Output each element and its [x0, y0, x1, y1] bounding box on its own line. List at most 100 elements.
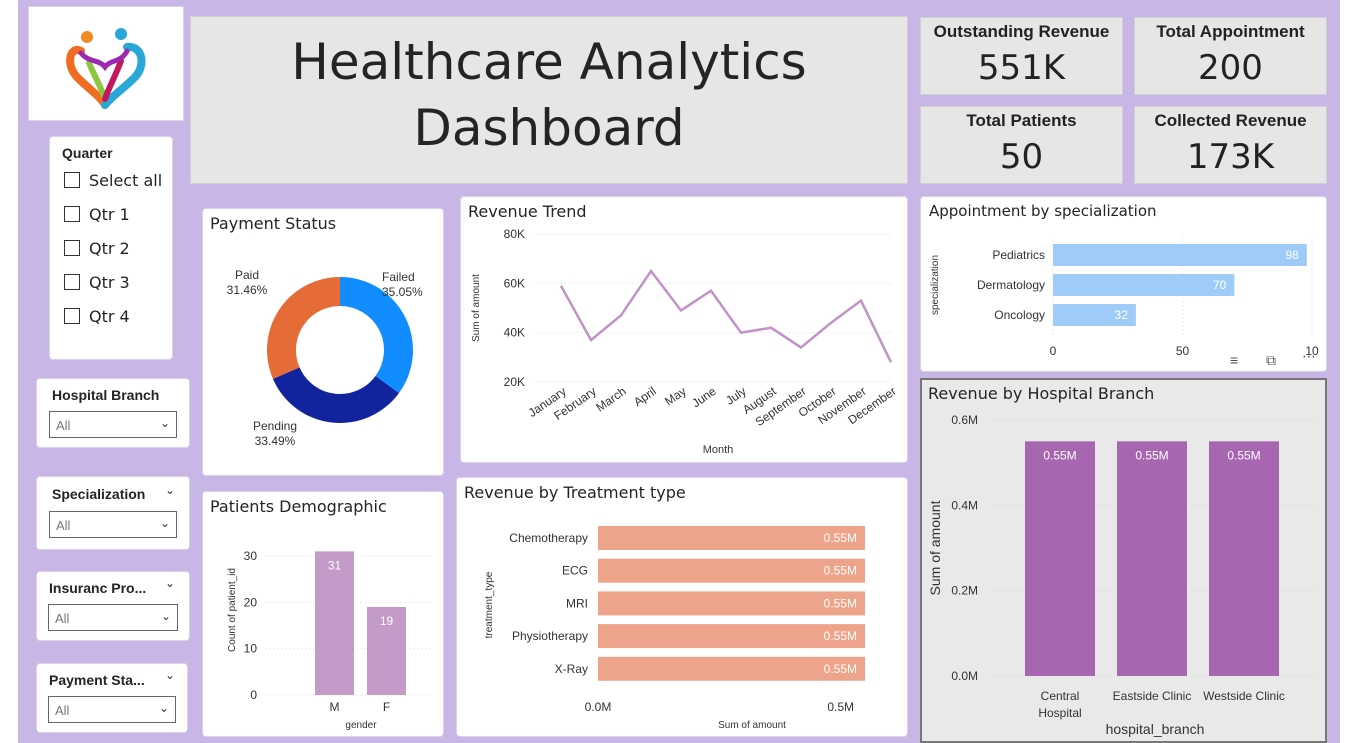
x-tick-label: June — [689, 384, 719, 411]
x-tick-label: Eastside Clinic — [1113, 689, 1192, 703]
option-label: Qtr 2 — [89, 239, 130, 258]
revenue-trend-visual[interactable]: Revenue Trend 20K 40K 60K 80K January Februar… — [460, 196, 908, 463]
checkbox[interactable] — [64, 206, 80, 222]
chevron-down-icon[interactable]: ⌄ — [165, 576, 175, 590]
chevron-down-icon[interactable]: ⌄ — [165, 668, 175, 682]
option-label: Qtr 4 — [89, 307, 130, 326]
y-tick-label: Physiotherapy — [512, 629, 588, 643]
revenue-branch-bar-chart: 0.0M 0.2M 0.4M 0.6M 0.55M Central Hospital 0.55… — [927, 413, 1317, 737]
revenue-treatment-visual[interactable]: Revenue by Treatment type 0.0M 0.5M 0.55M C… — [456, 477, 908, 737]
x-tick-label: Hospital — [1038, 706, 1081, 720]
checkbox[interactable] — [64, 308, 80, 324]
kpi-collected-revenue: Collected Revenue 173K — [1134, 106, 1327, 184]
y-tick-label: 0 — [250, 688, 257, 702]
kpi-value: 50 — [999, 137, 1044, 177]
appointment-specialization-visual[interactable]: Appointment by specialization 0 50 10 98 Ped… — [920, 196, 1327, 372]
y-tick-label: X-Ray — [555, 662, 588, 676]
x-tick-label: 0 — [1050, 344, 1057, 358]
kpi-label: Outstanding Revenue — [933, 22, 1110, 41]
y-tick-label: 40K — [504, 326, 525, 340]
data-label: 0.55M — [1227, 448, 1260, 462]
y-tick-label: Chemotherapy — [509, 531, 588, 545]
y-tick-label: 0.6M — [951, 413, 978, 427]
dropdown-value: All — [55, 611, 70, 626]
data-label: 70 — [1213, 278, 1227, 292]
donut-label-value: 31.46% — [227, 283, 268, 297]
y-tick-label: 0.0M — [951, 669, 978, 683]
payment-status-dropdown[interactable]: All ⌄ — [48, 696, 176, 723]
data-label: 98 — [1285, 248, 1299, 262]
bar-pediatrics — [1053, 244, 1307, 266]
data-label: 0.55M — [1043, 448, 1076, 462]
x-axis-title: Sum of amount — [718, 720, 786, 731]
dashboard-title-line1: Healthcare Analytics — [291, 33, 807, 91]
y-axis-title: Count of patient_id — [227, 568, 238, 652]
dropdown-value: All — [56, 418, 71, 433]
data-label: 0.55M — [824, 531, 857, 545]
bar-westside-clinic — [1209, 441, 1279, 676]
kpi-label: Total Appointment — [1156, 22, 1305, 41]
line-series-revenue — [559, 268, 893, 363]
y-tick-label: 0.4M — [951, 498, 978, 512]
donut-slice-paid — [267, 277, 340, 379]
payment-status-visual[interactable]: Payment Status Failed 35.05% Pending 33.49%… — [202, 208, 444, 476]
data-label: 32 — [1115, 308, 1129, 322]
option-label: Qtr 3 — [89, 273, 130, 292]
y-tick-label: 10 — [244, 642, 258, 656]
y-tick-label: ECG — [562, 564, 588, 578]
filter-icon[interactable]: ≡ — [1230, 352, 1238, 368]
checkbox[interactable] — [64, 240, 80, 256]
donut-label-name: Failed — [382, 270, 415, 284]
x-tick-label: April — [631, 384, 659, 409]
dropdown-value: All — [56, 518, 71, 533]
chevron-down-icon: ⌄ — [159, 516, 170, 530]
donut-label-value: 35.05% — [382, 285, 423, 299]
option-label: Qtr 1 — [89, 205, 130, 224]
dashboard-title-line2: Dashboard — [413, 99, 685, 157]
y-tick-label: MRI — [566, 596, 588, 610]
data-label: 31 — [328, 558, 342, 572]
payment-status-slicer: Payment Sta... ⌄ All ⌄ — [36, 663, 188, 733]
y-axis-title: treatment_type — [484, 571, 495, 638]
kpi-value: 551K — [977, 48, 1066, 88]
chevron-down-icon: ⌄ — [158, 701, 169, 715]
donut-label-name: Paid — [235, 268, 259, 282]
more-options-icon[interactable]: ⋯ — [1302, 348, 1316, 365]
hospital-branch-dropdown[interactable]: All ⌄ — [49, 411, 177, 438]
quarter-slicer: Quarter Select all Qtr 1 Qtr 2 Qtr 3 Qtr… — [49, 136, 173, 360]
kpi-total-patients: Total Patients 50 — [920, 106, 1123, 184]
chevron-down-icon: ⌄ — [159, 416, 170, 430]
y-tick-label: 80K — [504, 227, 525, 241]
y-tick-label: 20K — [504, 375, 525, 389]
patients-demographic-visual[interactable]: Patients Demographic 0 10 20 30 31 M 19 Fgender… — [202, 491, 444, 737]
slicer-title: Specialization — [52, 486, 146, 502]
y-axis-title: specialization — [930, 255, 941, 315]
heart-people-logo — [66, 28, 146, 109]
data-label: 0.55M — [824, 629, 857, 643]
visual-header-icons: ≡ ⧉ ⋯ — [1228, 348, 1324, 372]
kpi-label: Total Patients — [966, 111, 1077, 130]
y-tick-label: 0.2M — [951, 584, 978, 598]
data-label: 0.55M — [824, 564, 857, 578]
revenue-branch-visual[interactable]: Revenue by Hospital Branch 0.0M 0.2M 0.4M 0… — [920, 378, 1327, 743]
y-tick-label: Oncology — [994, 308, 1045, 322]
bar-eastside-clinic — [1117, 441, 1187, 676]
specialization-bar-chart: 0 50 1098Pediatrics70Dermatology32Oncology… — [930, 237, 1319, 358]
demographic-bar-chart: 0 10 20 30 31 M 19 Fgender Count of patient_id — [227, 549, 431, 731]
x-tick-label: Central — [1041, 689, 1080, 703]
specialization-dropdown[interactable]: All ⌄ — [49, 511, 177, 538]
checkbox[interactable] — [64, 172, 80, 188]
chevron-down-icon[interactable]: ⌄ — [165, 483, 175, 497]
kpi-label: Collected Revenue — [1154, 111, 1307, 130]
specialization-slicer: Specialization ⌄ All ⌄ — [36, 476, 190, 550]
checkbox[interactable] — [64, 274, 80, 290]
chevron-down-icon: ⌄ — [160, 609, 171, 623]
y-tick-label: 60K — [504, 276, 525, 290]
kpi-total-appointment: Total Appointment 200 — [1134, 17, 1327, 95]
y-tick-label: 20 — [244, 595, 258, 609]
bar-central-hospital — [1025, 441, 1095, 676]
focus-mode-icon[interactable]: ⧉ — [1266, 352, 1276, 369]
x-tick-label: M — [330, 700, 340, 714]
donut-label-value: 33.49% — [255, 434, 296, 448]
insurance-dropdown[interactable]: All ⌄ — [48, 604, 178, 631]
